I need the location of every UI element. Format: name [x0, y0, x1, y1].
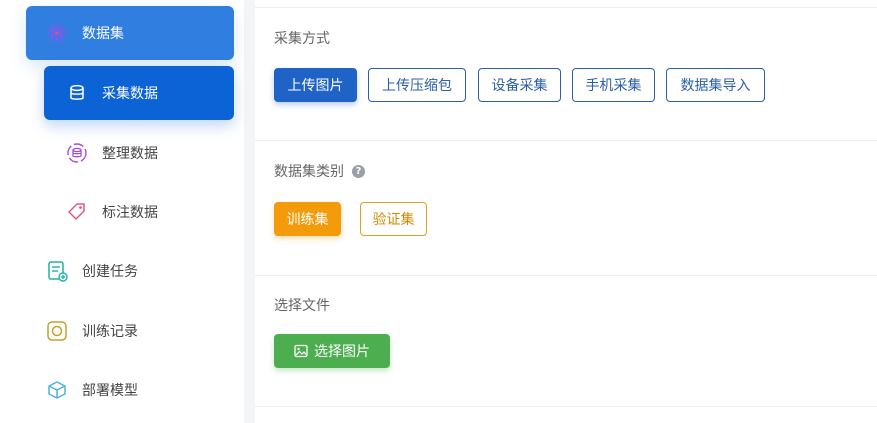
training-set-button[interactable]: 训练集 [274, 202, 341, 236]
divider [255, 7, 877, 8]
sidebar-item-label: 部署模型 [82, 383, 138, 399]
sidebar-item-dataset[interactable]: 数据集 [26, 6, 234, 60]
select-file-title: 选择文件 [274, 298, 330, 314]
image-icon [294, 344, 308, 358]
dataset-type-title: 数据集类别 ? [274, 161, 365, 181]
select-image-label: 选择图片 [314, 344, 370, 360]
sidebar-item-create-task[interactable]: 创建任务 [26, 244, 234, 298]
divider [255, 275, 877, 276]
device-collect-button[interactable]: 设备采集 [478, 68, 561, 102]
cube-icon [46, 379, 68, 401]
database-icon [66, 82, 88, 104]
train-record-icon [46, 320, 68, 342]
dataset-type-label: 数据集类别 [274, 164, 344, 180]
help-icon[interactable]: ? [352, 164, 365, 178]
validation-set-button[interactable]: 验证集 [360, 202, 427, 236]
upload-image-button[interactable]: 上传图片 [274, 68, 357, 102]
sidebar-item-label: 创建任务 [82, 264, 138, 280]
collect-method-title: 采集方式 [274, 31, 330, 47]
sidebar-item-organize-data[interactable]: 整理数据 [44, 126, 234, 180]
database-sync-icon [66, 142, 88, 164]
sidebar: 数据集 采集数据 整理数据 标注数据 创建任务 训练记录 部署模型 [0, 0, 244, 423]
sidebar-item-collect-data[interactable]: 采集数据 [44, 66, 234, 120]
tag-icon [66, 201, 88, 223]
sidebar-item-deploy-model[interactable]: 部署模型 [26, 363, 234, 417]
sidebar-item-label: 整理数据 [102, 146, 158, 162]
divider [255, 140, 877, 141]
task-add-icon [46, 260, 68, 282]
sidebar-item-label: 数据集 [82, 26, 124, 42]
sidebar-item-label-data[interactable]: 标注数据 [44, 185, 234, 239]
phone-collect-button[interactable]: 手机采集 [572, 68, 655, 102]
sidebar-item-label: 标注数据 [102, 205, 158, 221]
divider [255, 406, 877, 407]
select-image-button[interactable]: 选择图片 [274, 334, 390, 368]
atom-icon [46, 22, 68, 44]
sidebar-item-training-records[interactable]: 训练记录 [26, 304, 234, 358]
sidebar-item-label: 训练记录 [82, 324, 138, 340]
dataset-import-button[interactable]: 数据集导入 [666, 68, 765, 102]
sidebar-item-label: 采集数据 [102, 86, 158, 102]
upload-archive-button[interactable]: 上传压缩包 [368, 68, 466, 102]
main-panel: 采集方式 上传图片 上传压缩包 设备采集 手机采集 数据集导入 数据集类别 ? … [255, 0, 877, 423]
